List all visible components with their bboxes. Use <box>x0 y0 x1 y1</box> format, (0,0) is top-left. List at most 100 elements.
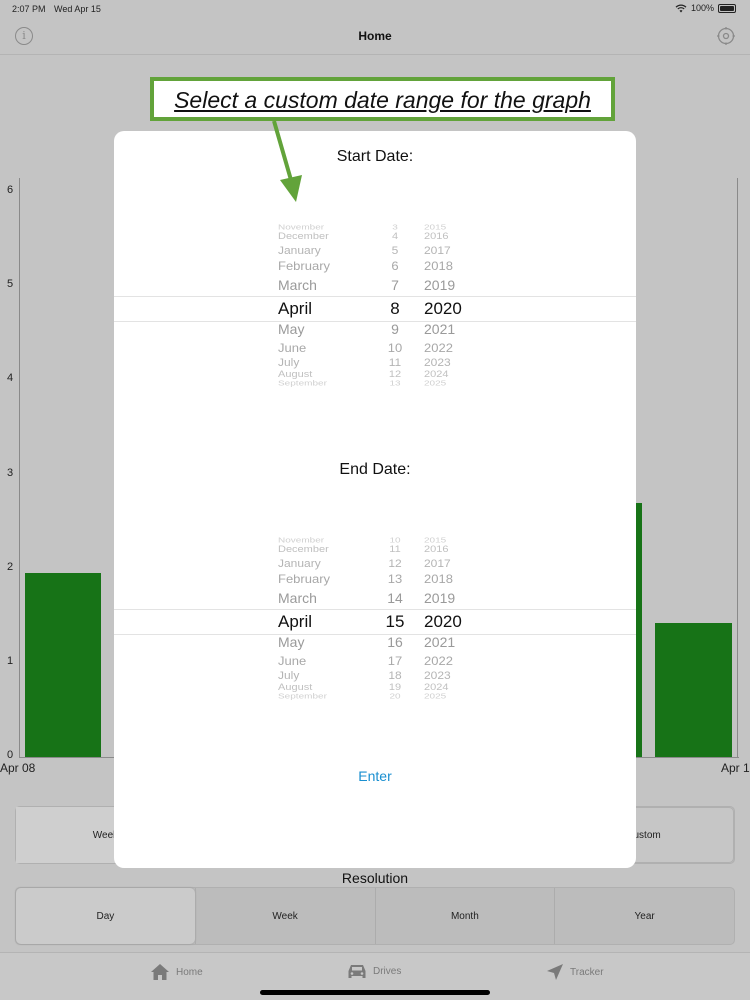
chart-bar <box>655 623 732 757</box>
date-range-modal: Start Date: November 3 2015 December 4 2016 Ja… <box>114 131 636 868</box>
picker-day: 14 <box>387 590 403 606</box>
picker-row[interactable]: September 20 2025 <box>114 693 636 707</box>
resolution-month-button[interactable]: Month <box>374 888 555 944</box>
y-tick-label: 6 <box>7 184 14 196</box>
picker-row[interactable]: September 13 2025 <box>114 380 636 394</box>
picker-month: December <box>278 231 329 242</box>
status-date: Wed Apr 15 <box>54 4 101 14</box>
picker-year: 2015 <box>424 536 447 545</box>
picker-month: May <box>278 321 305 337</box>
tab-label: Drives <box>373 966 402 977</box>
picker-day: 15 <box>385 612 405 631</box>
picker-day: 9 <box>391 321 399 337</box>
wifi-icon <box>675 4 687 12</box>
picker-day: 8 <box>390 299 400 318</box>
callout-text: Select a custom date range for the graph <box>174 87 591 113</box>
picker-year: 2016 <box>424 231 449 242</box>
status-right: 100% <box>675 3 736 13</box>
resolution-segmented-control: Day Week Month Year <box>15 887 735 945</box>
picker-day: 13 <box>389 379 401 388</box>
y-tick-label: 1 <box>7 654 14 667</box>
picker-year: 2019 <box>424 590 456 606</box>
picker-row[interactable]: May 16 2021 <box>114 634 636 654</box>
gear-icon[interactable] <box>716 26 736 46</box>
picker-day: 3 <box>392 223 398 232</box>
picker-day: 4 <box>391 231 399 242</box>
picker-year: 2015 <box>424 223 447 232</box>
resolution-label: Resolution <box>341 870 409 886</box>
end-date-picker[interactable]: November 10 2015 December 11 2016 January 12 201… <box>114 520 636 710</box>
start-date-title: Start Date: <box>336 148 414 165</box>
y-tick-label: 0 <box>7 749 14 761</box>
tab-drives[interactable]: Drives <box>347 963 401 980</box>
picker-year: 2020 <box>424 299 462 318</box>
picker-day: 17 <box>387 653 403 668</box>
picker-year: 2022 <box>424 653 453 668</box>
y-axis-right <box>737 178 738 758</box>
picker-year: 2022 <box>424 340 453 355</box>
picker-month: January <box>278 243 321 257</box>
tab-home[interactable]: Home <box>150 963 203 981</box>
picker-year: 2021 <box>424 321 456 337</box>
picker-month: March <box>278 590 317 606</box>
picker-year: 2024 <box>424 682 449 693</box>
picker-year: 2023 <box>424 669 451 682</box>
picker-year: 2017 <box>424 243 451 257</box>
x-tick-label: Apr 1 <box>721 761 750 775</box>
picker-day: 12 <box>388 556 402 570</box>
picker-day: 10 <box>387 340 403 355</box>
home-indicator <box>260 990 490 995</box>
picker-month: August <box>278 369 313 380</box>
y-tick-label: 2 <box>7 560 14 573</box>
picker-row[interactable]: March 7 2019 <box>114 277 636 297</box>
picker-month: September <box>278 692 327 701</box>
picker-year: 2023 <box>424 356 451 369</box>
y-tick-label: 5 <box>7 278 14 291</box>
x-tick-label: Apr 08 <box>0 761 36 775</box>
picker-day: 18 <box>388 669 402 682</box>
picker-month: July <box>278 356 300 369</box>
chart-bar <box>25 573 101 757</box>
resolution-week-button[interactable]: Week <box>194 888 375 944</box>
tab-label: Home <box>176 966 203 978</box>
picker-day: 11 <box>388 356 402 369</box>
picker-month: September <box>278 379 327 388</box>
start-date-picker[interactable]: November 3 2015 December 4 2016 January 5 2017 Fe… <box>114 207 636 397</box>
picker-day: 20 <box>389 692 401 701</box>
picker-month: November <box>278 536 325 545</box>
y-tick-label: 3 <box>7 466 14 479</box>
battery-percent: 100% <box>690 3 714 13</box>
picker-month: July <box>278 669 300 682</box>
end-date-title: End Date: <box>339 461 411 478</box>
picker-day: 13 <box>387 571 403 586</box>
picker-year: 2016 <box>424 544 449 555</box>
picker-row[interactable]: April 8 2020 <box>114 299 636 319</box>
picker-month: June <box>278 653 307 668</box>
picker-row[interactable]: February 6 2018 <box>114 259 636 278</box>
picker-day: 10 <box>389 536 401 545</box>
tab-tracker[interactable]: Tracker <box>546 963 604 981</box>
house-icon <box>151 964 169 980</box>
picker-row[interactable]: February 13 2018 <box>114 572 636 591</box>
picker-day: 7 <box>391 277 399 293</box>
resolution-day-button[interactable]: Day <box>16 888 195 944</box>
picker-month: April <box>278 299 313 318</box>
picker-row[interactable]: May 9 2021 <box>114 321 636 341</box>
picker-month: December <box>278 544 329 555</box>
tab-label: Tracker <box>570 966 604 978</box>
picker-month: April <box>278 612 313 631</box>
battery-icon <box>718 3 736 13</box>
picker-year: 2025 <box>424 692 447 701</box>
picker-year: 2020 <box>424 612 462 631</box>
enter-button[interactable]: Enter <box>114 768 636 784</box>
picker-month: February <box>278 258 331 273</box>
picker-month: January <box>278 556 321 570</box>
resolution-year-button[interactable]: Year <box>554 888 734 944</box>
picker-year: 2019 <box>424 277 456 293</box>
picker-row[interactable]: April 15 2020 <box>114 612 636 632</box>
picker-row[interactable]: March 14 2019 <box>114 590 636 610</box>
picker-day: 12 <box>388 369 402 380</box>
callout-banner: Select a custom date range for the graph <box>150 77 615 121</box>
picker-year: 2018 <box>424 258 453 273</box>
picker-month: November <box>278 223 325 232</box>
